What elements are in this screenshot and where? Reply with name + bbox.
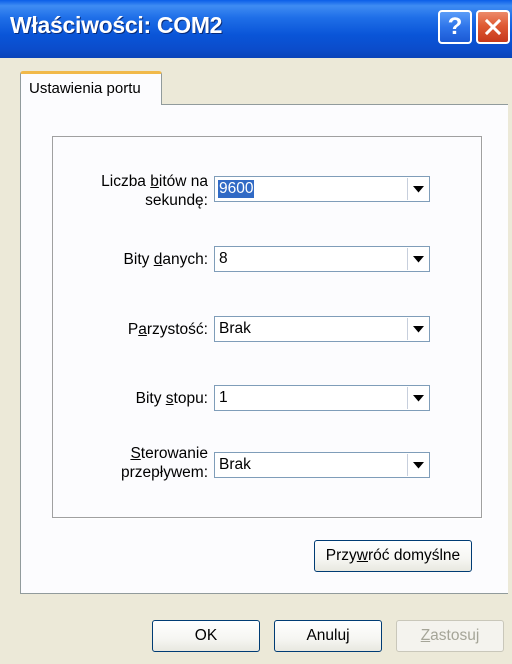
parity-value: Brak <box>219 320 251 337</box>
baud-rate-select[interactable]: 9600 <box>214 176 430 202</box>
cancel-button[interactable]: Anuluj <box>274 620 382 652</box>
stop-bits-label: Bity stopu: <box>135 390 208 407</box>
chevron-down-icon <box>412 461 424 468</box>
baud-rate-value: 9600 <box>218 180 255 198</box>
dropdown-button[interactable] <box>407 454 428 476</box>
dropdown-button[interactable] <box>407 318 428 340</box>
window-title: Właściwości: COM2 <box>10 12 223 38</box>
chevron-down-icon <box>412 185 424 192</box>
close-button[interactable] <box>476 10 510 44</box>
help-icon: ? <box>447 13 463 40</box>
stop-bits-select[interactable]: 1 <box>214 385 430 411</box>
restore-defaults-button[interactable]: Przy w róć domyślne <box>314 540 472 572</box>
stop-bits-value: 1 <box>219 389 228 406</box>
tab-label: Ustawienia portu <box>29 80 141 97</box>
chevron-down-icon <box>412 325 424 332</box>
apply-button[interactable]: Zastosuj <box>396 620 504 652</box>
chevron-down-icon <box>412 255 424 262</box>
baud-rate-label: Liczba bitów na sekundę: <box>101 173 208 209</box>
ok-button[interactable]: OK <box>152 620 260 652</box>
properties-dialog: Właściwości: COM2 ? Ustawienia portu Lic… <box>0 0 512 664</box>
data-bits-value: 8 <box>219 250 228 267</box>
parity-label: Parzystość: <box>127 321 208 338</box>
close-icon <box>484 18 502 36</box>
dropdown-button[interactable] <box>407 248 428 270</box>
flow-control-select[interactable]: Brak <box>214 452 430 478</box>
dropdown-button[interactable] <box>407 387 428 409</box>
help-button[interactable]: ? <box>438 10 472 44</box>
tab-port-settings[interactable]: Ustawienia portu <box>20 71 162 105</box>
parity-select[interactable]: Brak <box>214 316 430 342</box>
data-bits-label: Bity danych: <box>123 251 208 268</box>
data-bits-select[interactable]: 8 <box>214 246 430 272</box>
flow-control-label: Sterowanie przepływem: <box>121 445 208 481</box>
dropdown-button[interactable] <box>407 178 428 200</box>
chevron-down-icon <box>412 394 424 401</box>
flow-control-value: Brak <box>219 456 251 473</box>
title-bar[interactable]: Właściwości: COM2 ? <box>0 0 512 58</box>
